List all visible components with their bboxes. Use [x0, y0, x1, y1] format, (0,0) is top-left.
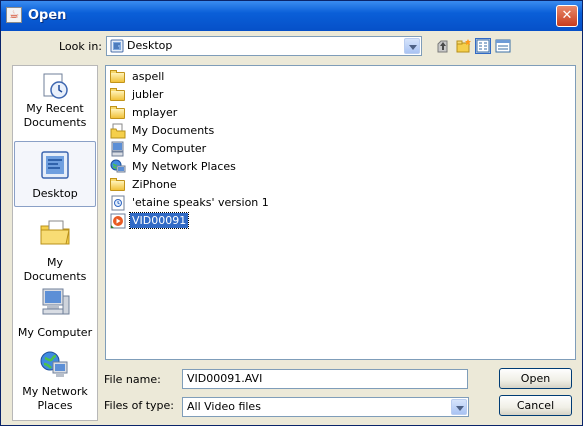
list-item[interactable]: aspell: [110, 68, 166, 85]
list-item[interactable]: 'etaine speaks' version 1: [110, 194, 271, 211]
open-button[interactable]: Open: [499, 368, 572, 389]
file-name: VID00091: [128, 212, 190, 229]
chevron-down-icon[interactable]: [451, 399, 467, 415]
my-computer-icon: [39, 286, 71, 318]
cancel-button[interactable]: Cancel: [499, 395, 572, 416]
place-my-network-places[interactable]: My Network Places: [14, 349, 96, 415]
place-my-computer[interactable]: My Computer: [14, 286, 96, 346]
video-file-icon: [110, 213, 126, 229]
title-bar[interactable]: ☕ Open ✕: [1, 1, 582, 31]
folder-icon: [110, 177, 126, 193]
folder-icon: [110, 87, 126, 103]
places-bar: My Recent Documents Desktop My Documents…: [12, 65, 98, 421]
folder-icon: [110, 105, 126, 121]
recent-documents-icon: [39, 70, 71, 102]
place-label: Desktop: [32, 187, 78, 200]
computer-icon: [110, 141, 126, 157]
file-name: My Documents: [132, 124, 215, 137]
desktop-icon: [39, 149, 71, 181]
details-view-icon[interactable]: [495, 38, 511, 54]
network-places-icon: [39, 349, 71, 381]
file-type-value: All Video files: [187, 400, 261, 413]
place-label: My Computer: [17, 326, 93, 339]
up-one-level-icon[interactable]: [435, 38, 451, 54]
create-new-folder-icon[interactable]: [456, 38, 472, 54]
list-item[interactable]: ZiPhone: [110, 176, 179, 193]
my-documents-folder-icon: [110, 123, 126, 139]
list-item[interactable]: My Network Places: [110, 158, 238, 175]
network-icon: [110, 159, 126, 175]
place-my-documents[interactable]: My Documents: [14, 216, 96, 283]
place-desktop[interactable]: Desktop: [14, 141, 96, 207]
window-title: Open: [28, 8, 67, 23]
file-name: 'etaine speaks' version 1: [132, 196, 269, 209]
file-name: jubler: [132, 88, 164, 101]
shortcut-icon: [110, 195, 126, 211]
my-documents-icon: [39, 216, 71, 248]
place-my-recent-documents[interactable]: My Recent Documents: [14, 70, 96, 136]
look-in-label: Look in:: [59, 40, 102, 53]
place-label: My Documents: [23, 256, 87, 283]
file-name: aspell: [132, 70, 165, 83]
list-item[interactable]: My Computer: [110, 140, 208, 157]
list-item[interactable]: mplayer: [110, 104, 179, 121]
place-label: Places: [37, 399, 73, 412]
look-in-value: Desktop: [127, 39, 173, 52]
desktop-icon: [110, 39, 124, 53]
open-dialog: ☕ Open ✕ Look in: Desktop My Recent Docu…: [0, 0, 583, 426]
list-view-icon[interactable]: [475, 38, 491, 54]
file-name: ZiPhone: [132, 178, 177, 191]
place-label: Documents: [23, 116, 87, 129]
place-label: My Recent: [26, 102, 84, 115]
java-coffee-icon: ☕: [6, 7, 22, 23]
look-in-combo[interactable]: Desktop: [106, 36, 422, 56]
file-name: My Network Places: [132, 160, 236, 173]
file-type-combo[interactable]: All Video files: [182, 397, 469, 417]
place-label: My Network: [22, 385, 88, 398]
file-type-label: Files of type:: [104, 399, 175, 412]
list-item[interactable]: My Documents: [110, 122, 216, 139]
file-name-field[interactable]: VID00091.AVI: [182, 369, 468, 389]
close-button[interactable]: ✕: [556, 5, 578, 27]
list-item[interactable]: jubler: [110, 86, 165, 103]
file-name: mplayer: [132, 106, 178, 119]
file-name: My Computer: [132, 142, 207, 155]
chevron-down-icon[interactable]: [404, 38, 420, 54]
folder-icon: [110, 69, 126, 85]
file-name-label: File name:: [104, 373, 161, 386]
file-list[interactable]: aspell jubler mplayer My Documents My Co…: [105, 65, 576, 360]
list-item-selected[interactable]: VID00091: [110, 212, 190, 229]
